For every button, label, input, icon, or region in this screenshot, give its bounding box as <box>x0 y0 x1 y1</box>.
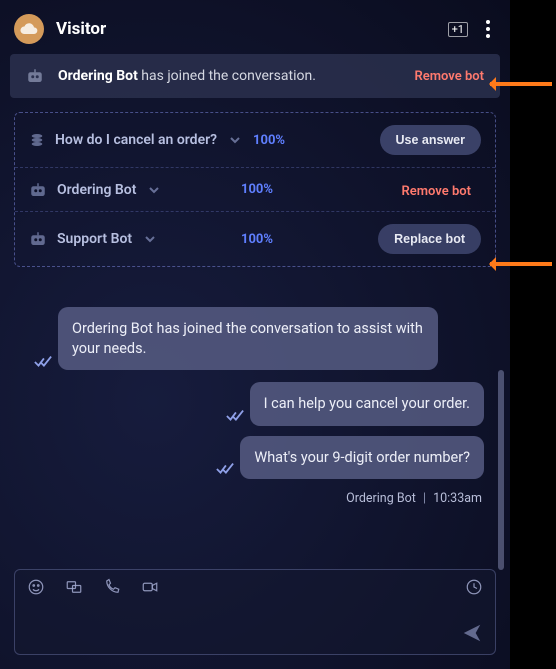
visitor-title: Visitor <box>56 19 436 39</box>
annotation-arrow <box>490 82 552 86</box>
chevron-down-icon <box>144 233 156 245</box>
annotation-arrow <box>490 262 552 266</box>
phone-icon[interactable] <box>103 578 121 596</box>
bot-joined-suffix: has joined the conversation. <box>138 68 316 84</box>
chevron-down-icon <box>148 184 160 196</box>
bot-icon <box>26 68 44 84</box>
canned-response-icon[interactable] <box>65 578 83 596</box>
bot-joined-banner: Ordering Bot has joined the conversation… <box>10 54 500 98</box>
suggestion-label: Ordering Bot <box>57 182 136 198</box>
stack-icon <box>29 132 45 148</box>
message-time: 10:33am <box>433 491 482 506</box>
clock-icon[interactable] <box>465 578 483 596</box>
suggestions-box: How do I cancel an order? 100% Use answe… <box>14 112 496 267</box>
video-icon[interactable] <box>141 578 159 596</box>
chat-header: Visitor +1 <box>0 0 510 54</box>
message-sender: Ordering Bot <box>346 491 416 506</box>
remove-bot-suggestion-link[interactable]: Remove bot <box>391 178 481 205</box>
remove-bot-link[interactable]: Remove bot <box>414 69 484 84</box>
emoji-icon[interactable] <box>27 578 45 596</box>
bot-icon <box>29 182 47 198</box>
bot-icon <box>29 231 47 247</box>
bot-name: Ordering Bot <box>58 68 138 84</box>
use-answer-button[interactable]: Use answer <box>380 125 481 155</box>
replace-bot-button[interactable]: Replace bot <box>378 224 481 254</box>
read-receipt-icon <box>34 356 52 368</box>
scrollbar[interactable] <box>498 370 504 570</box>
participant-count-badge[interactable]: +1 <box>448 22 468 37</box>
bot-joined-text: Ordering Bot has joined the conversation… <box>58 68 400 84</box>
composer <box>14 569 496 655</box>
message-row: I can help you cancel your order. <box>20 382 484 436</box>
suggestion-label: Support Bot <box>57 231 132 247</box>
message-row: What's your 9-digit order number? <box>20 436 484 490</box>
message-bubble: What's your 9-digit order number? <box>240 436 484 480</box>
composer-body <box>15 604 495 654</box>
message-bubble: Ordering Bot has joined the conversation… <box>58 307 438 370</box>
read-receipt-icon <box>226 410 244 422</box>
send-button[interactable] <box>461 622 483 644</box>
message-meta: Ordering Bot | 10:33am <box>20 491 482 506</box>
confidence-value: 100% <box>241 182 301 197</box>
chat-panel: Visitor +1 Ordering Bot has joined the c… <box>0 0 510 669</box>
message-row: Ordering Bot has joined the conversation… <box>34 307 490 382</box>
suggestion-row[interactable]: Ordering Bot 100% Remove bot <box>15 168 495 212</box>
message-bubble: I can help you cancel your order. <box>250 382 484 426</box>
message-input[interactable] <box>15 604 495 654</box>
avatar <box>14 14 44 44</box>
chevron-down-icon <box>229 134 241 146</box>
suggestion-row[interactable]: Support Bot 100% Replace bot <box>15 212 495 266</box>
cloud-icon <box>19 23 39 35</box>
message-thread: Ordering Bot has joined the conversation… <box>0 267 510 559</box>
read-receipt-icon <box>216 463 234 475</box>
confidence-value: 100% <box>241 232 301 247</box>
suggestion-row[interactable]: How do I cancel an order? 100% Use answe… <box>15 113 495 168</box>
composer-toolbar <box>15 570 495 604</box>
suggestion-label: How do I cancel an order? <box>55 132 217 148</box>
more-menu-button[interactable] <box>480 16 496 42</box>
confidence-value: 100% <box>253 133 313 148</box>
